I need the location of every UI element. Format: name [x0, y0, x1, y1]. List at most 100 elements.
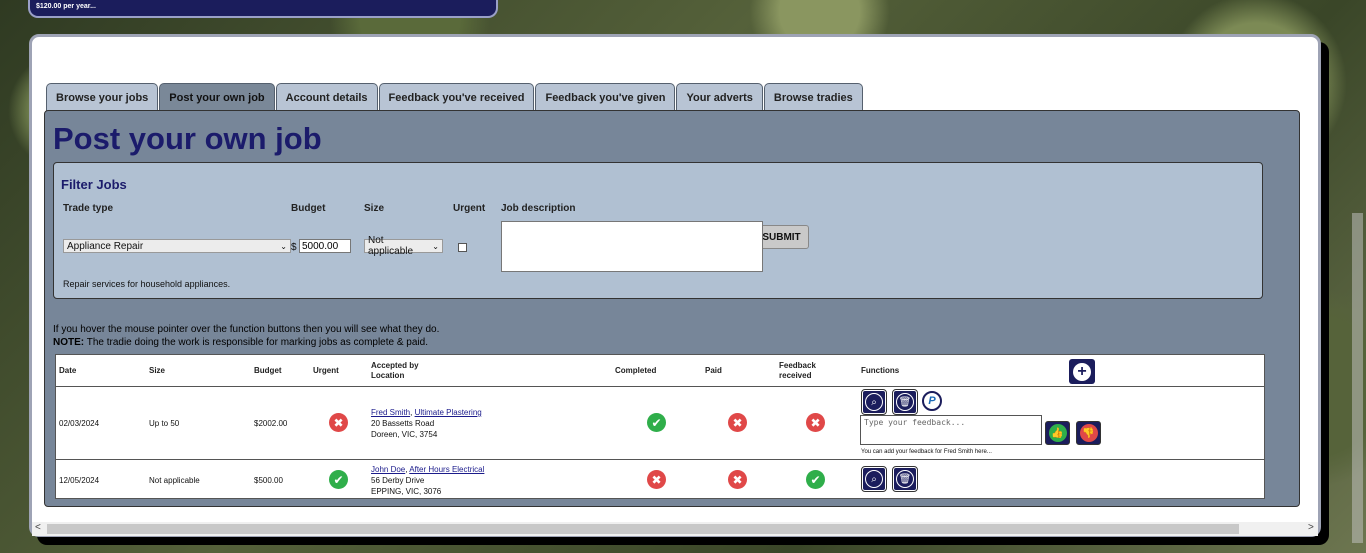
top-banner: $120.00 per year...	[28, 0, 498, 18]
plus-icon: +	[1073, 362, 1091, 381]
col-location: Location	[371, 371, 405, 380]
col-feedback-received: Feedback received	[779, 361, 816, 381]
col-feedback-line1: Feedback	[779, 361, 816, 370]
scroll-left-icon[interactable]: <	[35, 522, 41, 533]
chevron-down-icon: ⌄	[432, 241, 439, 251]
row-date: 02/03/2024	[59, 419, 100, 428]
size-label: Size	[364, 203, 385, 214]
note-line: NOTE: The tradie doing the work is respo…	[53, 336, 439, 349]
jobs-table: Date Size Budget Urgent Accepted by Loca…	[55, 354, 1265, 499]
hover-hint: If you hover the mouse pointer over the …	[53, 323, 439, 349]
note-text: The tradie doing the work is responsible…	[84, 337, 428, 348]
main-window: Browse your jobs Post your own job Accou…	[29, 34, 1321, 537]
col-paid: Paid	[705, 366, 722, 375]
trade-type-value: Appliance Repair	[67, 240, 144, 252]
address-line1: 56 Derby Drive	[371, 476, 425, 485]
col-functions: Functions	[861, 366, 900, 375]
add-job-button[interactable]: +	[1069, 359, 1095, 384]
page-title: Post your own job	[53, 121, 322, 156]
chevron-down-icon: ⌄	[280, 241, 287, 251]
col-completed: Completed	[615, 366, 657, 375]
tab-account-details[interactable]: Account details	[275, 83, 378, 111]
feedback-yes-icon: ✔	[806, 470, 825, 489]
col-accepted-location: Accepted by Location	[371, 361, 419, 381]
thumbs-down-icon: 👎	[1079, 424, 1098, 442]
tab-feedback-given[interactable]: Feedback you've given	[535, 83, 676, 111]
row-size: Up to 50	[149, 419, 180, 428]
completed-yes-icon: ✔	[647, 413, 666, 432]
horizontal-scrollbar[interactable]: < >	[32, 522, 1318, 536]
col-accepted-by: Accepted by	[371, 361, 419, 370]
paypal-button[interactable]: P	[922, 391, 942, 411]
trash-icon: 🗑	[896, 393, 914, 411]
currency-symbol: $	[291, 242, 297, 253]
filter-jobs-box: Filter Jobs Trade type Budget Size Urgen…	[53, 162, 1263, 299]
row-divider	[56, 459, 1264, 460]
row-location: John Doe, After Hours Electrical 56 Derb…	[371, 464, 484, 497]
tab-browse-your-jobs[interactable]: Browse your jobs	[46, 83, 159, 111]
tradie-name-link[interactable]: Fred Smith	[371, 408, 410, 417]
tradie-company-link[interactable]: After Hours Electrical	[409, 465, 484, 474]
completed-no-icon: ✖	[647, 470, 666, 489]
note-label: NOTE:	[53, 337, 85, 348]
delete-job-button[interactable]: 🗑	[892, 466, 918, 492]
trade-type-select[interactable]: Appliance Repair ⌄	[63, 239, 291, 253]
row-budget: $500.00	[254, 476, 283, 485]
banner-text: $120.00 per year...	[36, 3, 96, 10]
urgent-checkbox[interactable]	[458, 243, 467, 252]
col-size: Size	[149, 366, 166, 375]
tab-panel: Post your own job Filter Jobs Trade type…	[44, 110, 1300, 507]
col-date: Date	[59, 366, 77, 375]
row-size: Not applicable	[149, 476, 200, 485]
col-budget: Budget	[254, 366, 282, 375]
size-value: Not applicable	[368, 235, 414, 257]
trade-type-description: Repair services for household appliances…	[63, 279, 231, 289]
col-urgent: Urgent	[313, 366, 339, 375]
magnifier-icon: ⌕	[865, 393, 883, 411]
tab-browse-tradies[interactable]: Browse tradies	[763, 83, 863, 111]
view-job-button[interactable]: ⌕	[861, 389, 887, 415]
address-line2: Doreen, VIC, 3754	[371, 430, 438, 439]
trash-icon: 🗑	[896, 470, 914, 488]
budget-input[interactable]: 5000.00	[299, 239, 351, 253]
feedback-note: You can add your feedback for Fred Smith…	[861, 449, 992, 455]
thumbs-up-icon: 👍	[1048, 424, 1067, 442]
budget-label: Budget	[291, 203, 326, 214]
feedback-no-icon: ✖	[806, 413, 825, 432]
paypal-icon: P	[928, 395, 936, 407]
tab-feedback-received[interactable]: Feedback you've received	[378, 83, 535, 111]
job-description-input[interactable]	[501, 221, 763, 272]
urgent-no-icon: ✖	[329, 413, 348, 432]
tradie-name-link[interactable]: John Doe	[371, 465, 405, 474]
approve-feedback-button[interactable]: 👍	[1045, 421, 1070, 445]
tradie-company-link[interactable]: Ultimate Plastering	[415, 408, 482, 417]
view-job-button[interactable]: ⌕	[861, 466, 887, 492]
scroll-right-icon[interactable]: >	[1308, 522, 1314, 533]
header-divider	[56, 386, 1264, 387]
row-budget: $2002.00	[254, 419, 288, 428]
tab-post-your-own-job[interactable]: Post your own job	[159, 83, 275, 111]
magnifier-icon: ⌕	[865, 470, 883, 488]
reject-feedback-button[interactable]: 👎	[1076, 421, 1101, 445]
hint-line: If you hover the mouse pointer over the …	[53, 324, 440, 335]
filter-title: Filter Jobs	[61, 177, 127, 192]
row-date: 12/05/2024	[59, 476, 100, 485]
row-location: Fred Smith, Ultimate Plastering 20 Basse…	[371, 407, 482, 440]
tab-your-adverts[interactable]: Your adverts	[676, 83, 763, 111]
feedback-input[interactable]: Type your feedback...	[860, 415, 1042, 445]
address-line2: EPPING, VIC, 3076	[371, 487, 442, 496]
vertical-scrollbar-thumb[interactable]	[1352, 213, 1363, 543]
col-feedback-line2: received	[779, 371, 812, 380]
delete-job-button[interactable]: 🗑	[892, 389, 918, 415]
urgent-yes-icon: ✔	[329, 470, 348, 489]
address-line1: 20 Bassetts Road	[371, 419, 435, 428]
size-select[interactable]: Not applicable ⌄	[364, 235, 443, 257]
job-description-label: Job description	[501, 203, 576, 214]
paid-no-icon: ✖	[728, 413, 747, 432]
tab-bar: Browse your jobs Post your own job Accou…	[46, 83, 864, 111]
urgent-label: Urgent	[453, 203, 486, 214]
paid-no-icon: ✖	[728, 470, 747, 489]
vertical-scrollbar[interactable]	[1349, 0, 1366, 553]
scrollbar-thumb[interactable]	[47, 524, 1239, 534]
trade-type-label: Trade type	[63, 203, 114, 214]
